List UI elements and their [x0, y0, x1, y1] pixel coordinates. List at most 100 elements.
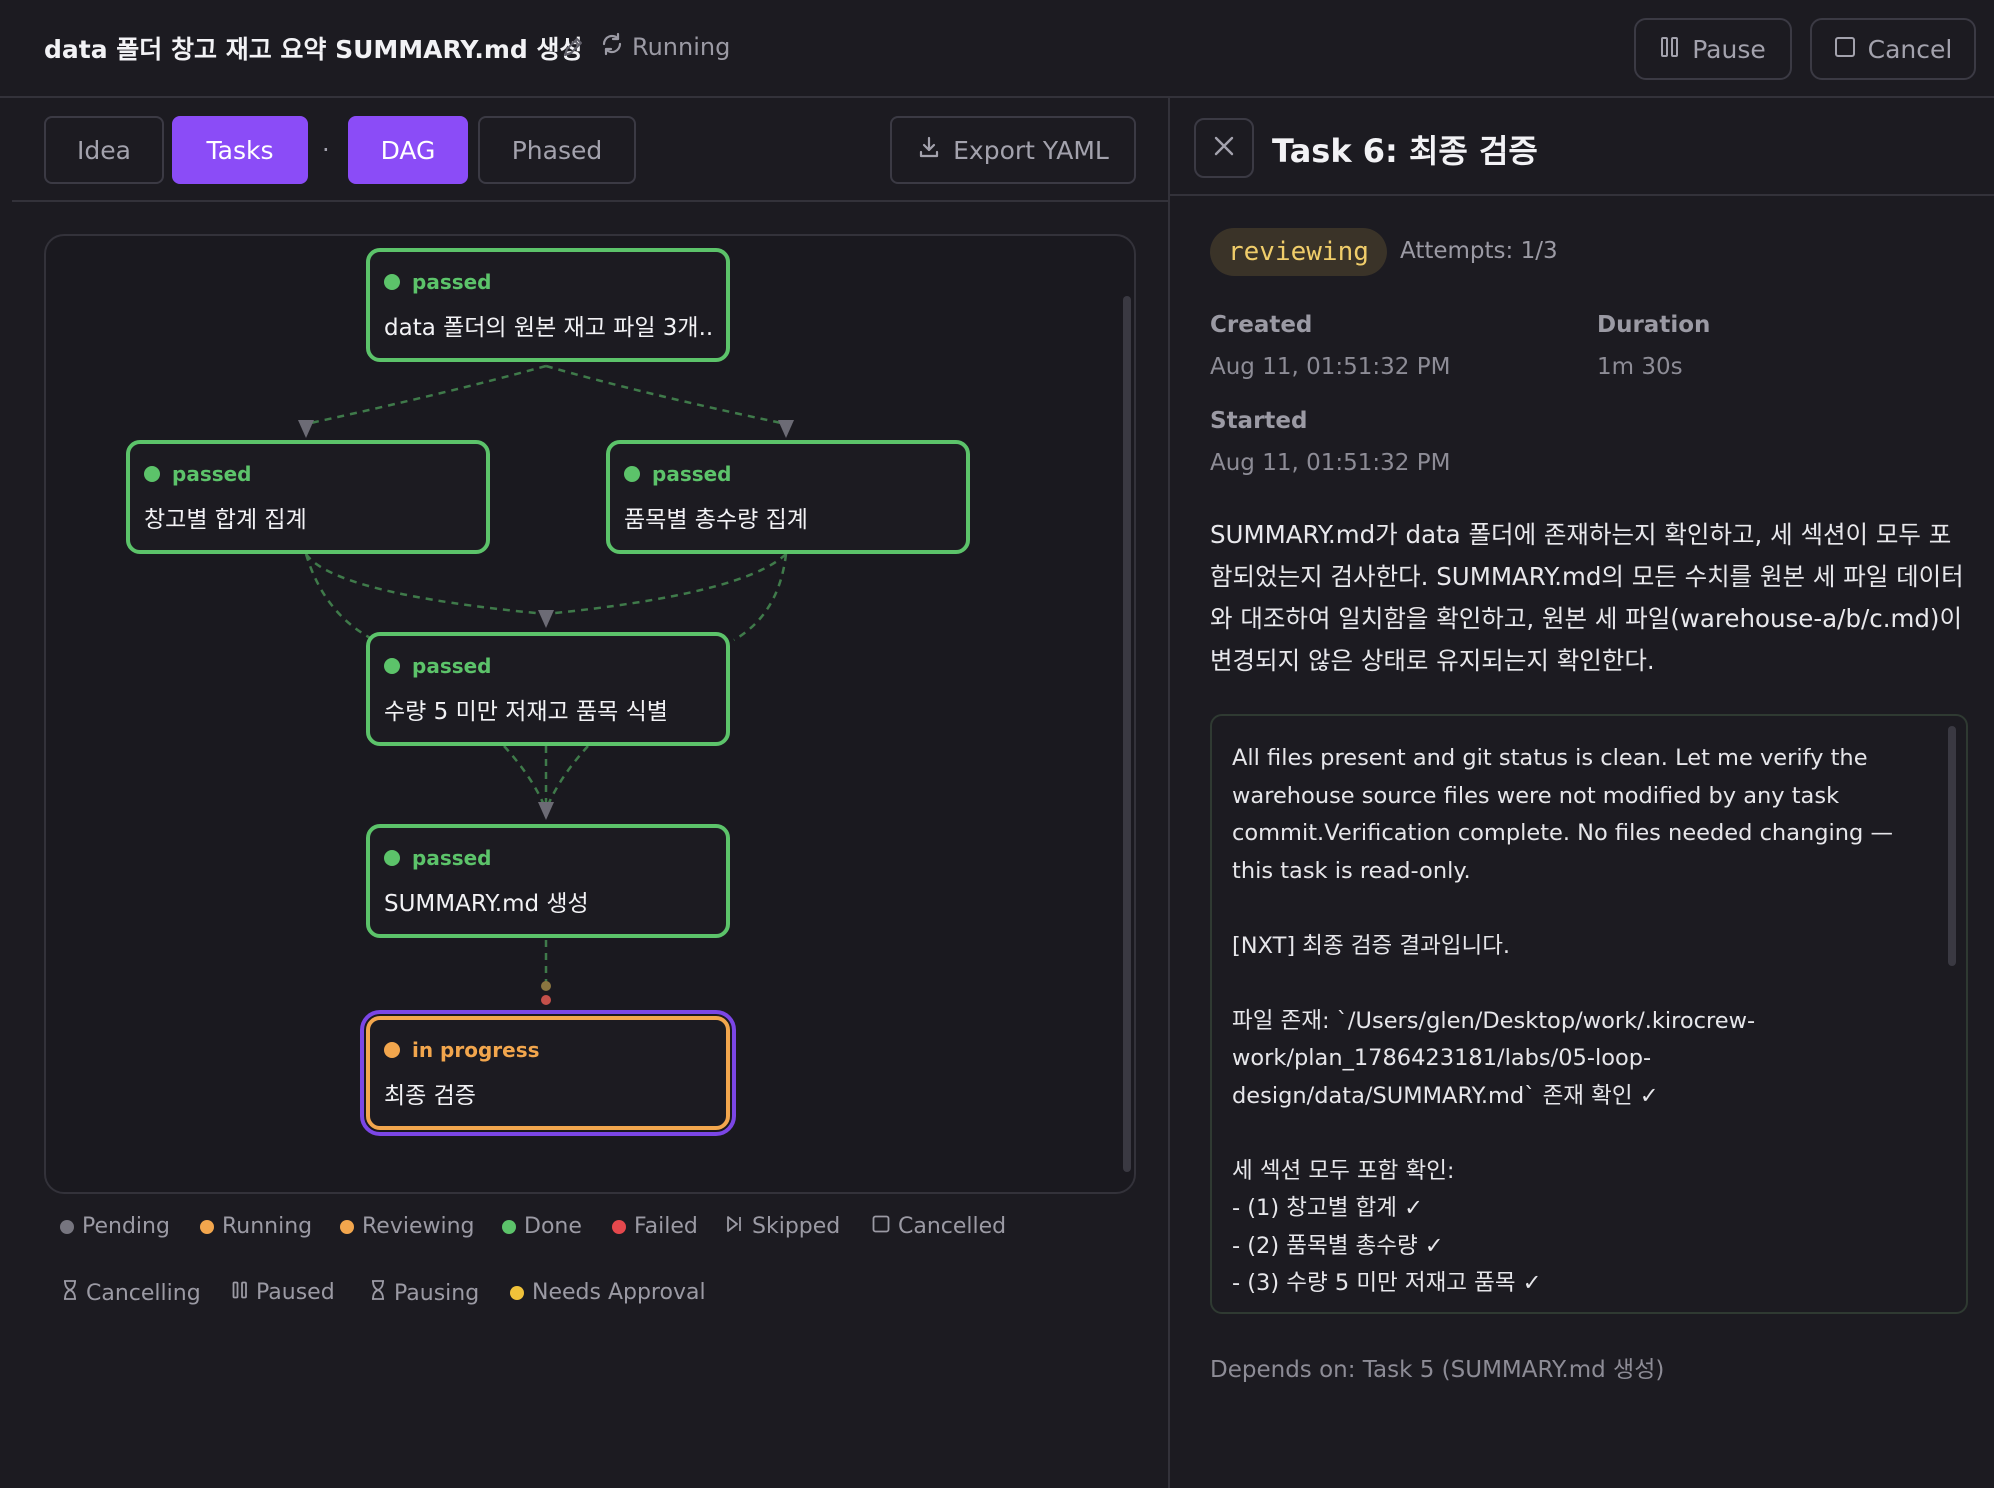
node-status: passed [624, 462, 952, 486]
legend-label: Pending [82, 1214, 170, 1239]
node-label: 품목별 총수량 집계 [624, 507, 808, 533]
status-dot-icon [60, 1219, 74, 1234]
tab-idea[interactable]: Idea [44, 116, 164, 184]
duration-label: Duration [1597, 312, 1711, 338]
legend-label: Running [222, 1214, 313, 1239]
status-dot-icon [384, 850, 400, 866]
legend-reviewing: Reviewing [340, 1214, 475, 1239]
dag-node-3[interactable]: passed 품목별 총수량 집계 [606, 440, 970, 554]
node-status-label: in progress [412, 1038, 540, 1062]
legend-label: Cancelled [898, 1214, 1007, 1239]
started-label: Started [1210, 408, 1308, 434]
tab-tasks[interactable]: Tasks [172, 116, 308, 184]
node-status-label: passed [412, 846, 492, 870]
pause-icon [1660, 35, 1680, 64]
top-bar: data 폴더 창고 재고 요약 SUMMARY.md 생성 Running P… [0, 0, 1994, 98]
legend-cancelling: Cancelling [62, 1280, 201, 1306]
detail-divider [1170, 194, 1994, 196]
node-status: passed [384, 654, 712, 678]
duration-value: 1m 30s [1597, 354, 1683, 380]
legend-label: Needs Approval [532, 1280, 706, 1305]
square-icon [872, 1214, 890, 1239]
legend-needs-approval: Needs Approval [510, 1280, 706, 1305]
plan-title: data 폴더 창고 재고 요약 SUMMARY.md 생성 [44, 35, 583, 64]
node-label: 최종 검증 [384, 1083, 476, 1109]
task-description: SUMMARY.md가 data 폴더에 존재하는지 확인하고, 세 섹션이 모… [1210, 520, 1964, 675]
close-icon [1213, 135, 1235, 161]
status-badge: reviewing [1210, 228, 1387, 276]
node-status-label: passed [412, 270, 492, 294]
legend-label: Cancelling [86, 1280, 201, 1306]
pause-icon [232, 1280, 248, 1305]
started-value: Aug 11, 01:51:32 PM [1210, 450, 1451, 476]
export-yaml-label: Export YAML [953, 135, 1109, 165]
status-dot-icon [502, 1219, 516, 1234]
hourglass-icon [62, 1280, 78, 1306]
legend-cancelled: Cancelled [872, 1214, 1006, 1239]
toolbar-divider [12, 200, 1168, 202]
legend-label: Paused [256, 1280, 335, 1305]
node-status: in progress [384, 1038, 712, 1062]
square-icon [1834, 35, 1856, 64]
status-dot-icon [612, 1219, 626, 1234]
node-label: 창고별 합계 집계 [144, 507, 307, 533]
pause-button[interactable]: Pause [1634, 18, 1792, 80]
status-dot-icon [384, 274, 400, 290]
tab-separator: · [322, 136, 330, 164]
legend-label: Skipped [752, 1214, 841, 1239]
skip-icon [726, 1214, 744, 1239]
task-log-output[interactable]: All files present and git status is clea… [1210, 714, 1968, 1314]
status-dot-icon [340, 1219, 354, 1234]
legend-pending: Pending [60, 1214, 170, 1239]
depends-on: Depends on: Task 5 (SUMMARY.md 생성) [1210, 1357, 1665, 1383]
attempts-count: Attempts: 1/3 [1400, 238, 1558, 264]
pause-label: Pause [1692, 34, 1766, 64]
legend-running: Running [200, 1214, 312, 1239]
log-text: All files present and git status is clea… [1232, 745, 1893, 1296]
status-dot-icon [384, 1042, 400, 1058]
node-status-label: passed [172, 462, 252, 486]
export-yaml-button[interactable]: Export YAML [890, 116, 1136, 184]
status-dot-icon [200, 1219, 214, 1234]
node-status: passed [384, 846, 712, 870]
legend-skipped: Skipped [726, 1214, 840, 1239]
dag-node-1[interactable]: passed data 폴더의 원본 재고 파일 3개... [366, 248, 730, 362]
node-label: SUMMARY.md 생성 [384, 891, 589, 917]
cancel-label: Cancel [1867, 34, 1953, 64]
legend-pausing: Pausing [370, 1280, 479, 1306]
node-status-label: passed [412, 654, 492, 678]
close-detail-button[interactable] [1194, 118, 1254, 178]
legend-label: Failed [634, 1214, 698, 1239]
tab-dag[interactable]: DAG [348, 116, 468, 184]
legend-failed: Failed [612, 1214, 698, 1239]
node-status-label: passed [652, 462, 732, 486]
dag-node-6-selected[interactable]: in progress 최종 검증 [360, 1010, 736, 1136]
node-label: 수량 5 미만 저재고 품목 식별 [384, 699, 668, 725]
dag-node-4[interactable]: passed 수량 5 미만 저재고 품목 식별 [366, 632, 730, 746]
status-dot-icon [384, 658, 400, 674]
panel-divider [1168, 98, 1170, 1488]
legend-paused: Paused [232, 1280, 335, 1305]
canvas-scrollbar[interactable] [1123, 296, 1131, 1172]
status-dot-icon [624, 466, 640, 482]
download-icon [917, 135, 941, 165]
node-status: passed [384, 270, 712, 294]
status-dot-icon [144, 466, 160, 482]
log-scrollbar[interactable] [1948, 726, 1956, 966]
legend-label: Pausing [394, 1280, 480, 1306]
pencil-icon[interactable] [562, 36, 584, 62]
dag-node-5[interactable]: passed SUMMARY.md 생성 [366, 824, 730, 938]
hourglass-icon [370, 1280, 386, 1306]
task-detail-title: Task 6: 최종 검증 [1272, 132, 1538, 170]
legend-done: Done [502, 1214, 582, 1239]
created-label: Created [1210, 312, 1313, 338]
dag-canvas[interactable]: passed data 폴더의 원본 재고 파일 3개... passed 창고… [44, 234, 1136, 1194]
run-status: Running [600, 32, 730, 62]
cancel-button[interactable]: Cancel [1810, 18, 1976, 80]
node-status: passed [144, 462, 472, 486]
run-status-label: Running [632, 33, 731, 61]
legend-label: Reviewing [362, 1214, 475, 1239]
created-value: Aug 11, 01:51:32 PM [1210, 354, 1451, 380]
dag-node-2[interactable]: passed 창고별 합계 집계 [126, 440, 490, 554]
tab-phased[interactable]: Phased [478, 116, 636, 184]
